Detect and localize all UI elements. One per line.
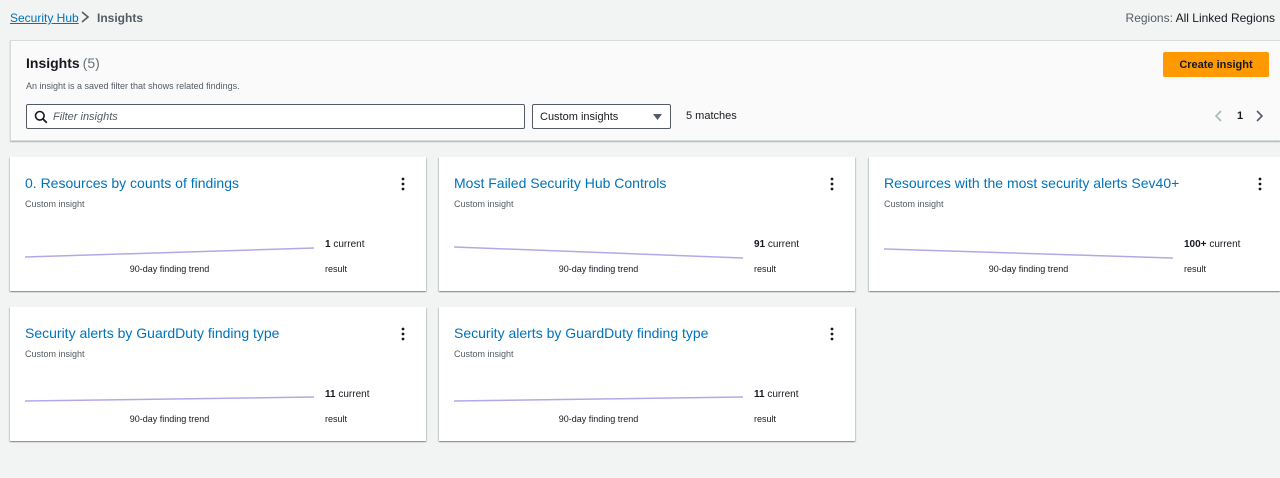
insight-type-label: Custom insight	[454, 349, 514, 359]
result-value: 100+	[1184, 239, 1207, 250]
result-label: result	[754, 414, 777, 424]
insight-title-link[interactable]: 0. Resources by counts of findings	[25, 175, 239, 191]
caret-down-icon	[653, 114, 662, 120]
more-options-icon[interactable]	[827, 177, 837, 191]
insight-title-link[interactable]: Security alerts by GuardDuty finding typ…	[454, 325, 708, 341]
current-result: 11 current	[325, 389, 369, 400]
trend-line	[24, 247, 315, 258]
insight-card: Security alerts by GuardDuty finding typ…	[439, 307, 855, 441]
trend-line	[453, 246, 744, 259]
regions-indicator: Regions: All Linked Regions	[1126, 11, 1275, 25]
insight-card: Security alerts by GuardDuty finding typ…	[10, 307, 426, 441]
more-options-icon[interactable]	[1255, 177, 1265, 191]
current-result: 100+ current	[1184, 239, 1240, 250]
trend-sparkline	[453, 246, 744, 259]
result-value: 11	[325, 389, 336, 400]
result-suffix: current	[767, 239, 800, 250]
filter-insights-input[interactable]	[53, 108, 513, 125]
result-label: result	[1184, 264, 1207, 274]
insight-type-label: Custom insight	[454, 199, 514, 209]
trend-sparkline	[24, 247, 315, 258]
insight-type-select[interactable]: Custom insights	[532, 104, 671, 129]
insight-title-link[interactable]: Security alerts by GuardDuty finding typ…	[25, 325, 279, 341]
filter-search-box[interactable]	[26, 104, 525, 129]
page-title-text: Insights	[26, 55, 80, 71]
result-value: 1	[325, 239, 331, 250]
search-icon	[34, 110, 48, 124]
result-value: 11	[754, 389, 765, 400]
insight-card: 0. Resources by counts of findings Custo…	[10, 157, 426, 291]
insight-type-selected: Custom insights	[540, 111, 619, 123]
result-suffix: current	[338, 389, 370, 400]
result-label: result	[325, 414, 348, 424]
result-suffix: current	[1209, 239, 1241, 250]
insight-title-link[interactable]: Most Failed Security Hub Controls	[454, 175, 666, 191]
insight-type-label: Custom insight	[884, 199, 944, 209]
chevron-right-icon	[81, 11, 90, 23]
insight-count: (5)	[82, 55, 100, 71]
more-options-icon[interactable]	[398, 327, 408, 341]
insight-card: Most Failed Security Hub Controls Custom…	[439, 157, 855, 291]
page-number[interactable]: 1	[1237, 110, 1243, 122]
result-suffix: current	[767, 389, 799, 400]
breadcrumb-security-hub[interactable]: Security Hub	[10, 11, 79, 25]
top-bar: Security Hub Insights Regions: All Linke…	[0, 0, 1280, 36]
trend-line	[883, 248, 1174, 259]
result-label: result	[754, 264, 777, 274]
matches-count: 5 matches	[686, 110, 737, 122]
more-options-icon[interactable]	[827, 327, 837, 341]
regions-value: All Linked Regions	[1175, 11, 1275, 25]
page-description: An insight is a saved filter that shows …	[26, 81, 240, 91]
trend-label: 90-day finding trend	[129, 264, 210, 274]
trend-label: 90-day finding trend	[558, 414, 639, 424]
insight-title-link[interactable]: Resources with the most security alerts …	[884, 175, 1179, 191]
current-result: 1 current	[325, 239, 364, 250]
page-title: Insights (5)	[26, 55, 100, 71]
insight-type-label: Custom insight	[25, 199, 85, 209]
current-result: 91 current	[754, 239, 799, 250]
trend-label: 90-day finding trend	[129, 414, 210, 424]
more-options-icon[interactable]	[398, 177, 408, 191]
trend-line	[453, 396, 744, 402]
current-result: 11 current	[754, 389, 798, 400]
trend-sparkline	[883, 248, 1174, 259]
create-insight-button[interactable]: Create insight	[1163, 52, 1269, 77]
trend-line	[24, 396, 315, 402]
trend-label: 90-day finding trend	[988, 264, 1069, 274]
breadcrumb-current: Insights	[97, 11, 144, 25]
insight-card: Resources with the most security alerts …	[869, 157, 1280, 291]
insight-type-label: Custom insight	[25, 349, 85, 359]
trend-label: 90-day finding trend	[558, 264, 639, 274]
regions-label: Regions:	[1125, 11, 1173, 25]
chevron-left-icon[interactable]	[1213, 109, 1225, 123]
result-value: 91	[754, 239, 766, 250]
insights-header-panel: Insights (5) An insight is a saved filter…	[10, 40, 1280, 141]
result-label: result	[325, 264, 348, 274]
trend-sparkline	[453, 396, 744, 402]
chevron-right-icon[interactable]	[1253, 109, 1265, 123]
result-suffix: current	[333, 239, 365, 250]
trend-sparkline	[24, 396, 315, 402]
